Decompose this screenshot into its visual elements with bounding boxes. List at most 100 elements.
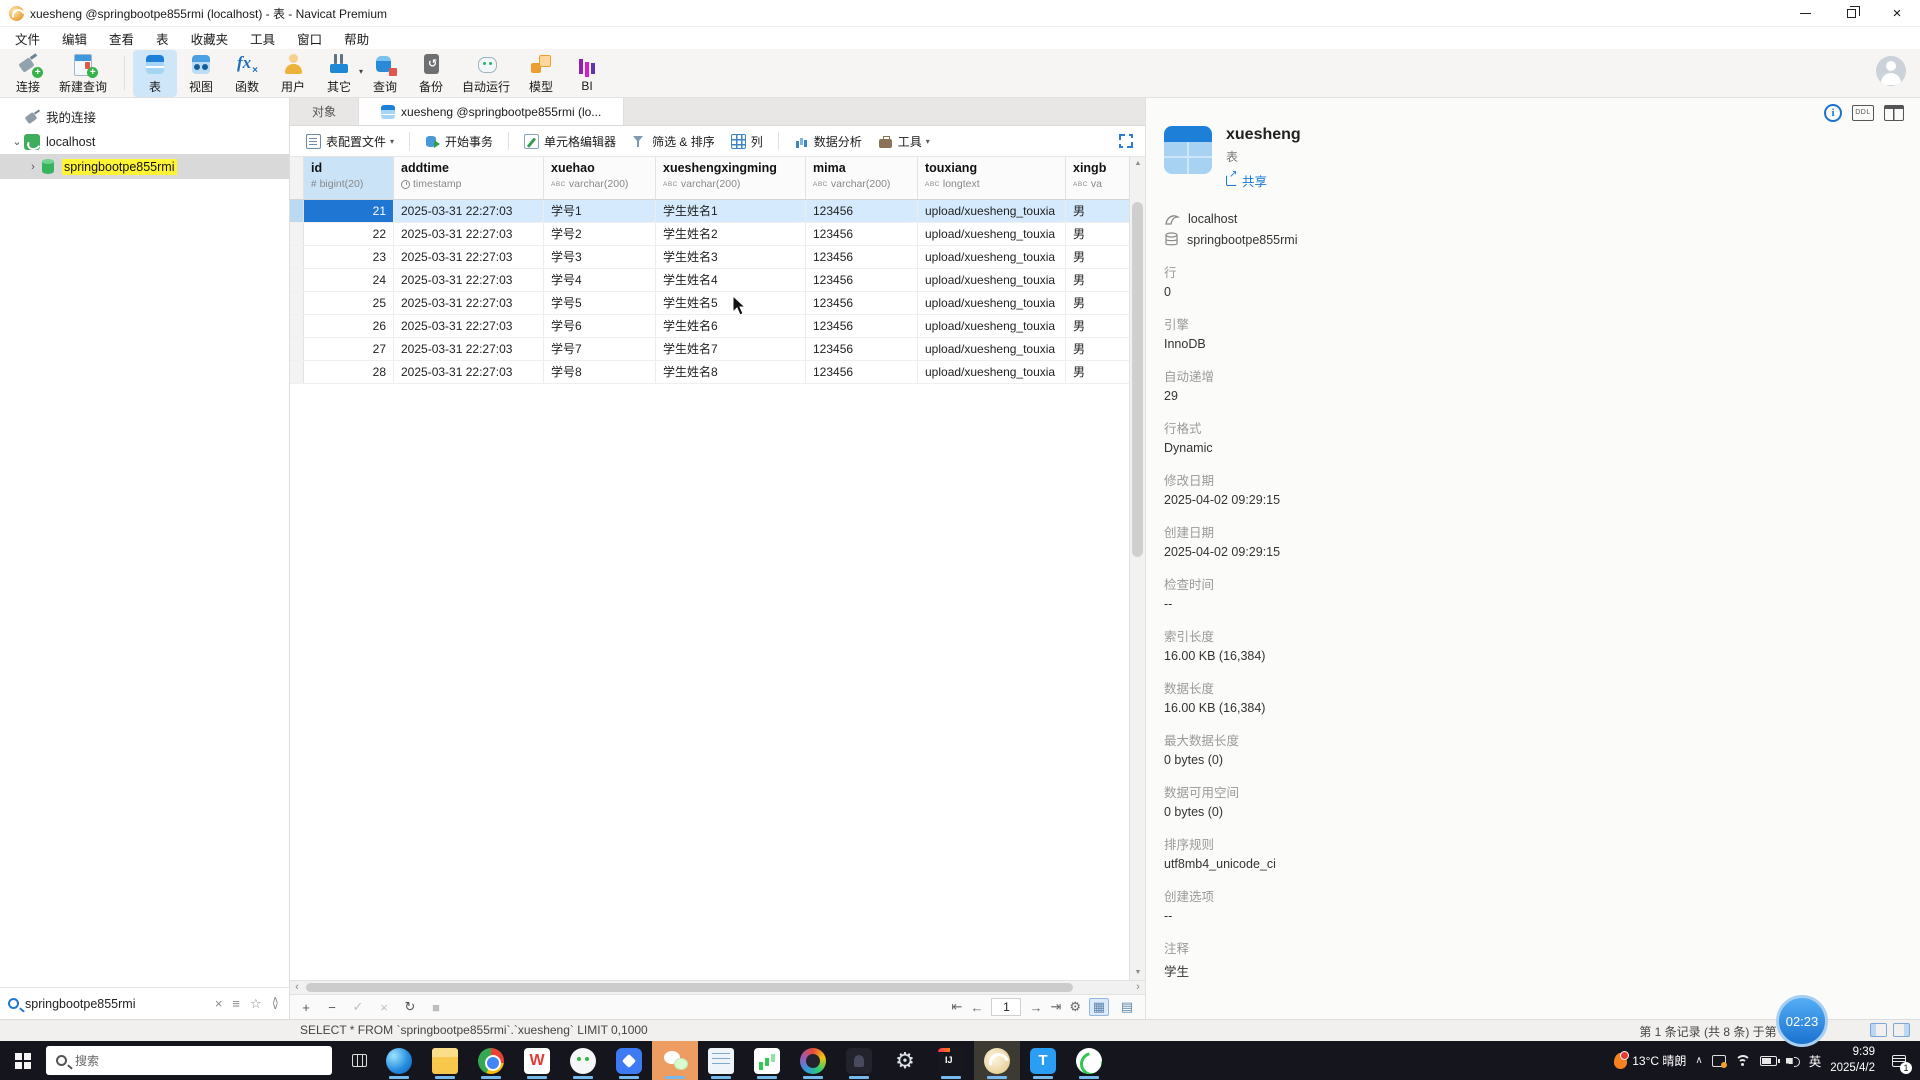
taskbar-app-wechat[interactable] [652,1041,698,1080]
cell-touxiang[interactable]: upload/xuesheng_touxia [918,200,1066,222]
taskbar-app-color-wheel[interactable] [790,1041,836,1080]
start-button[interactable] [0,1041,46,1080]
cell-id[interactable]: 23 [304,246,394,268]
share-link[interactable]: 共享 [1226,171,1301,190]
cell-xuehao[interactable]: 学号3 [544,246,656,268]
cell-xuehao[interactable]: 学号5 [544,292,656,314]
cell-addtime[interactable]: 2025-03-31 22:27:03 [394,200,544,222]
battery-icon[interactable] [1760,1056,1777,1066]
info-tab-icon[interactable]: i [1824,104,1842,122]
row-selector-gutter[interactable] [290,269,304,291]
table-row[interactable]: 232025-03-31 22:27:03学号3学生姓名3123456uploa… [290,246,1145,269]
taskbar-clock[interactable]: 9:39 2025/4/2 [1830,1045,1875,1076]
column-header-xuehao[interactable]: xuehaoABCvarchar(200) [544,157,656,199]
cell-addtime[interactable]: 2025-03-31 22:27:03 [394,338,544,360]
restore-button[interactable] [1828,0,1874,26]
menu-item-收藏夹[interactable]: 收藏夹 [180,27,240,50]
toolbar-button-automation[interactable]: 自动运行 [455,50,517,97]
cell-xuehao[interactable]: 学号6 [544,315,656,337]
table-row[interactable]: 272025-03-31 22:27:03学号7学生姓名7123456uploa… [290,338,1145,361]
cell-addtime[interactable]: 2025-03-31 22:27:03 [394,315,544,337]
sidebar-item-我的连接[interactable]: 我的连接 [0,104,289,129]
cell-xuehao[interactable]: 学号8 [544,361,656,383]
cell-touxiang[interactable]: upload/xuesheng_touxia [918,292,1066,314]
task-view-button[interactable] [342,1041,376,1080]
cell-addtime[interactable]: 2025-03-31 22:27:03 [394,361,544,383]
table-row[interactable]: 242025-03-31 22:27:03学号4学生姓名4123456uploa… [290,269,1145,292]
taskbar-app-wps[interactable]: W [514,1041,560,1080]
cell-id[interactable]: 22 [304,223,394,245]
toolbar-button-function[interactable]: 函数 [225,50,269,97]
table-toolbar-button-columns-ic[interactable]: 列 [725,129,769,154]
taskbar-app-edge[interactable] [376,1041,422,1080]
table-row[interactable]: 212025-03-31 22:27:03学号1学生姓名1123456uploa… [290,200,1145,223]
refresh-button[interactable]: ↻ [402,999,418,1015]
favorite-star-icon[interactable]: ☆ [248,996,264,1012]
last-page-icon[interactable]: ⇥ [1050,999,1061,1015]
cell-addtime[interactable]: 2025-03-31 22:27:03 [394,269,544,291]
row-selector-gutter[interactable] [290,315,304,337]
cell-touxiang[interactable]: upload/xuesheng_touxia [918,269,1066,291]
menu-item-编辑[interactable]: 编辑 [51,27,98,50]
menu-item-窗口[interactable]: 窗口 [286,27,333,50]
taskbar-app-dark-app[interactable] [836,1041,882,1080]
cell-id[interactable]: 21 [304,200,394,222]
close-button[interactable]: × [1874,0,1920,26]
cell-addtime[interactable]: 2025-03-31 22:27:03 [394,292,544,314]
menu-item-文件[interactable]: 文件 [4,27,51,50]
taskbar-app-docs-blue[interactable] [606,1041,652,1080]
weather-widget[interactable]: 13°C 晴朗 [1614,1052,1686,1069]
cell-xueshengxingming[interactable]: 学生姓名1 [656,200,806,222]
notification-center[interactable]: 1 [1884,1041,1914,1080]
taskbar-app-sync[interactable] [1066,1041,1112,1080]
grid-view-toggle[interactable]: ▦ [1089,998,1109,1016]
scroll-up-icon[interactable]: ▲ [1130,157,1145,171]
menu-item-工具[interactable]: 工具 [239,27,286,50]
hscroll-thumb[interactable] [306,983,1073,992]
toolbar-button-view[interactable]: 视图 [179,50,223,97]
apply-changes-button[interactable]: ✓ [350,999,366,1015]
wifi-icon[interactable] [1735,1055,1751,1067]
toolbar-button-new-query[interactable]: +新建查询 [52,50,114,97]
table-toolbar-button-filter[interactable]: 筛选 & 排序 [626,129,721,154]
vscroll-thumb[interactable] [1132,202,1143,557]
cell-xueshengxingming[interactable]: 学生姓名8 [656,361,806,383]
cell-xuehao[interactable]: 学号1 [544,200,656,222]
cell-id[interactable]: 25 [304,292,394,314]
fullscreen-toggle-icon[interactable] [1119,134,1133,148]
cell-mima[interactable]: 123456 [806,315,918,337]
toolbar-button-connection[interactable]: +连接 [6,50,50,97]
toolbar-button-other[interactable]: 其它▾ [317,50,361,97]
user-avatar[interactable] [1876,56,1906,86]
column-header-addtime[interactable]: addtimetimestamp [394,157,544,199]
tab-对象[interactable]: 对象 [290,98,358,125]
table-row[interactable]: 252025-03-31 22:27:03学号5学生姓名5123456uploa… [290,292,1145,315]
ddl-tab-icon[interactable]: DDL [1852,105,1874,121]
taskbar-app-qq[interactable] [560,1041,606,1080]
screen-timer-overlay[interactable]: 02:23 [1776,995,1828,1047]
column-header-xueshengxingming[interactable]: xueshengxingmingABCvarchar(200) [656,157,806,199]
menu-item-帮助[interactable]: 帮助 [333,27,380,50]
menu-item-表[interactable]: 表 [145,27,180,50]
horizontal-scrollbar[interactable]: ‹ › [290,980,1145,994]
collapse-all-icon[interactable]: ∧∨ [270,998,281,1010]
taskbar-app-settings-gear[interactable]: ⚙ [882,1041,928,1080]
table-row[interactable]: 222025-03-31 22:27:03学号2学生姓名2123456uploa… [290,223,1145,246]
toolbar-button-backup[interactable]: 备份 [409,50,453,97]
page-number-box[interactable]: 1 [991,998,1021,1016]
prev-page-icon[interactable]: ← [970,1000,983,1015]
cell-id[interactable]: 26 [304,315,394,337]
cell-xueshengxingming[interactable]: 学生姓名6 [656,315,806,337]
taskbar-app-docs-t[interactable]: T [1020,1041,1066,1080]
cell-mima[interactable]: 123456 [806,292,918,314]
add-record-button[interactable]: + [298,1000,314,1015]
cell-mima[interactable]: 123456 [806,338,918,360]
cell-xuehao[interactable]: 学号4 [544,269,656,291]
row-selector-gutter[interactable] [290,361,304,383]
table-row[interactable]: 262025-03-31 22:27:03学号6学生姓名6123456uploa… [290,315,1145,338]
column-header-mima[interactable]: mimaABCvarchar(200) [806,157,918,199]
cell-mima[interactable]: 123456 [806,200,918,222]
stop-button[interactable]: ■ [428,1000,444,1015]
cell-xueshengxingming[interactable]: 学生姓名4 [656,269,806,291]
cell-xueshengxingming[interactable]: 学生姓名3 [656,246,806,268]
